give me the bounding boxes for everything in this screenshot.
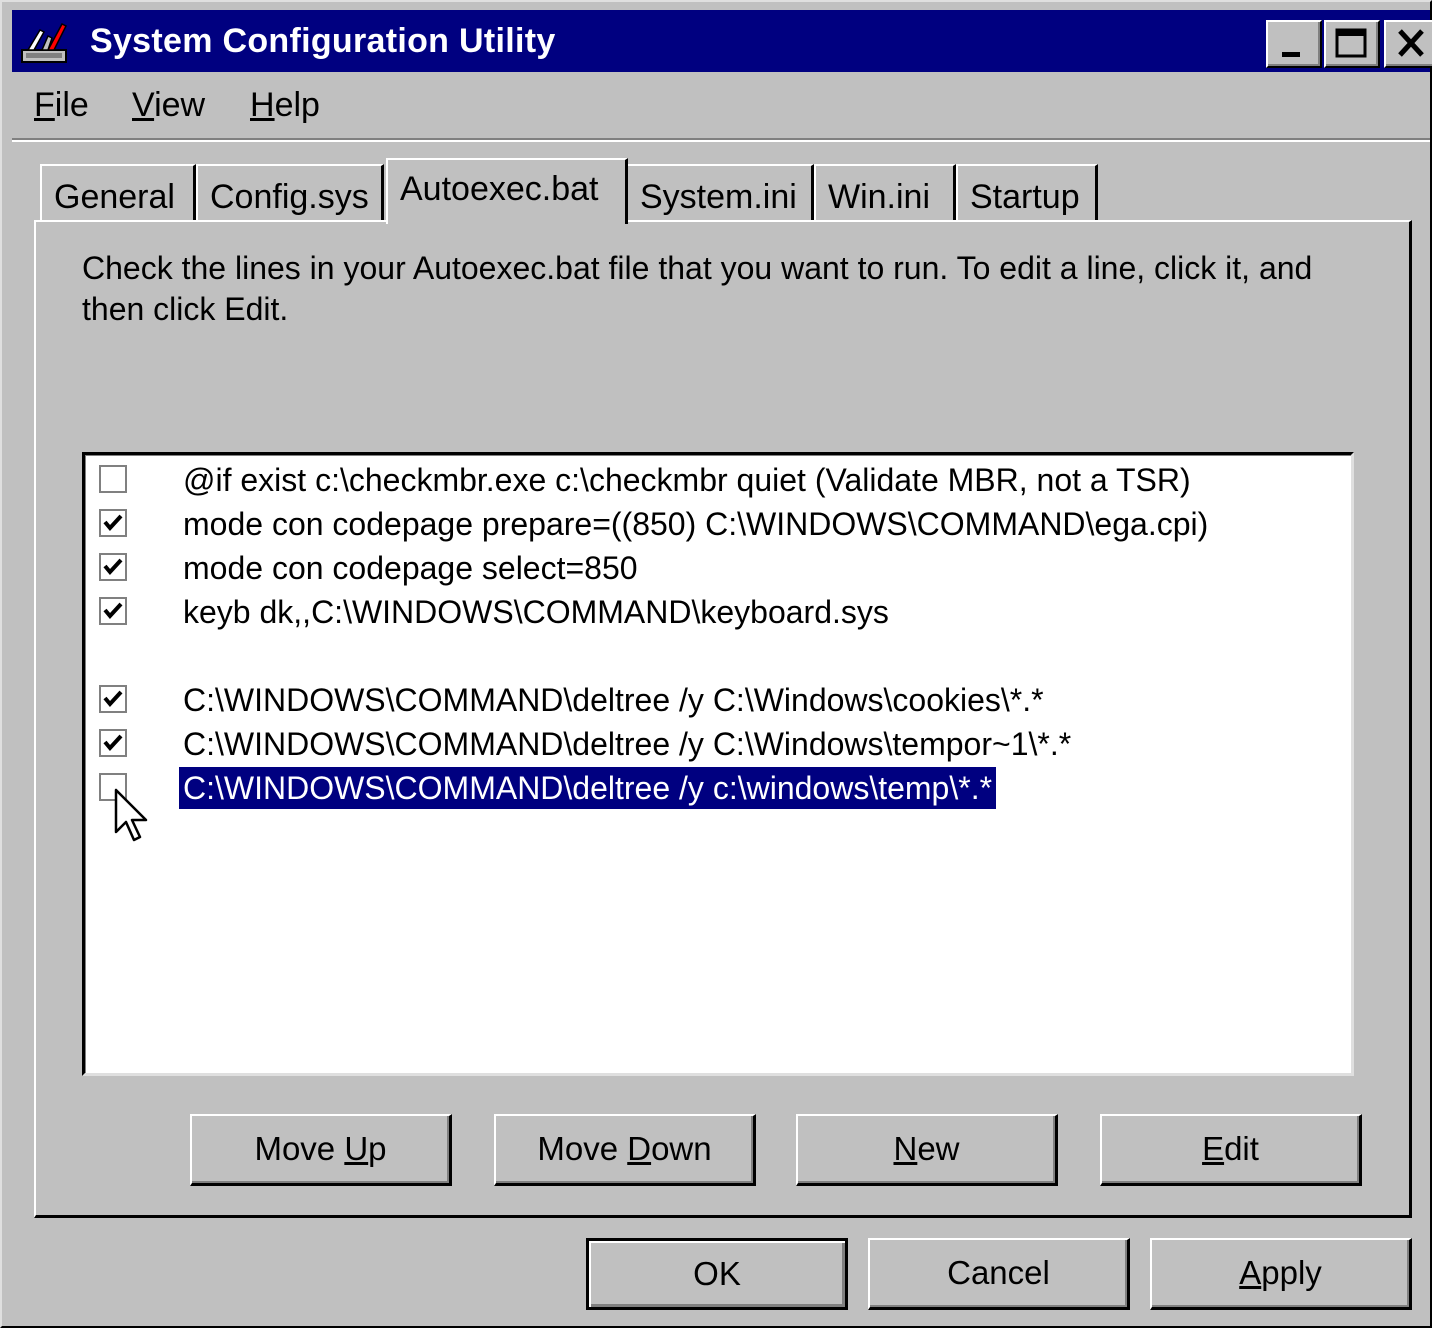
instructions-text: Check the lines in your Autoexec.bat fil… — [82, 250, 1313, 327]
checkmark-icon — [103, 514, 123, 532]
tab-general[interactable]: General — [40, 164, 196, 220]
line-text: C:\WINDOWS\COMMAND\deltree /y c:\windows… — [179, 767, 997, 809]
line-text — [179, 635, 187, 677]
list-item[interactable]: C:\WINDOWS\COMMAND\deltree /y C:\Windows… — [85, 723, 1345, 765]
maximize-icon — [1335, 28, 1367, 58]
list-item-blank[interactable] — [85, 635, 1345, 677]
line-text: C:\WINDOWS\COMMAND\deltree /y C:\Windows… — [183, 726, 1072, 762]
tab-config-sys[interactable]: Config.sys — [196, 164, 384, 220]
move-up-button[interactable]: Move Up — [190, 1114, 452, 1186]
tab-win-ini[interactable]: Win.ini — [814, 164, 956, 220]
menu-view[interactable]: View — [132, 86, 205, 125]
tab-win-ini-label: Win.ini — [828, 178, 931, 216]
mouse-pointer-icon — [114, 788, 148, 842]
ok-label: OK — [693, 1255, 741, 1292]
close-button[interactable] — [1384, 20, 1432, 68]
list-item[interactable]: C:\WINDOWS\COMMAND\deltree /y C:\Windows… — [85, 679, 1345, 721]
menu-help-mnemonic: H — [250, 86, 275, 124]
tab-general-label: General — [54, 178, 175, 216]
autoexec-tab-panel: Check the lines in your Autoexec.bat fil… — [34, 220, 1412, 1218]
line-checkbox[interactable] — [99, 685, 127, 713]
tab-system-ini[interactable]: System.ini — [626, 164, 814, 220]
tab-startup-label: Startup — [970, 178, 1080, 216]
new-label: New — [893, 1130, 960, 1167]
line-checkbox[interactable] — [99, 729, 127, 757]
edit-label: Edit — [1202, 1130, 1259, 1167]
apply-label: Apply — [1239, 1254, 1322, 1291]
menu-file-mnemonic: F — [34, 86, 55, 124]
maximize-button[interactable] — [1324, 20, 1380, 68]
move-up-label: Move Up — [254, 1130, 387, 1167]
autoexec-lines-list[interactable]: @if exist c:\checkmbr.exe c:\checkmbr qu… — [82, 452, 1354, 1076]
tab-config-sys-label: Config.sys — [210, 178, 369, 216]
tab-autoexec-bat-label: Autoexec.bat — [400, 170, 599, 208]
checkmark-icon — [103, 690, 123, 708]
list-item[interactable]: mode con codepage select=850 — [85, 547, 1345, 589]
checkmark-icon — [103, 734, 123, 752]
title-bar[interactable]: System Configuration Utility — [12, 10, 1432, 72]
menu-view-label: iew — [154, 86, 206, 124]
menu-help-label: elp — [274, 86, 320, 124]
line-text: mode con codepage select=850 — [183, 550, 638, 586]
move-down-button[interactable]: Move Down — [494, 1114, 756, 1186]
menu-help[interactable]: Help — [250, 86, 320, 125]
edit-button[interactable]: Edit — [1100, 1114, 1362, 1186]
checkmark-icon — [103, 558, 123, 576]
tab-autoexec-bat[interactable]: Autoexec.bat — [386, 158, 628, 224]
window-title: System Configuration Utility — [90, 22, 556, 60]
line-text: keyb dk,,C:\WINDOWS\COMMAND\keyboard.sys — [183, 594, 889, 630]
line-checkbox[interactable] — [99, 465, 127, 493]
system-configuration-window: System Configuration Utility File View H… — [0, 0, 1432, 1328]
line-text: mode con codepage prepare=((850) C:\WIND… — [183, 506, 1209, 542]
cancel-label: Cancel — [947, 1254, 1050, 1291]
checkmark-icon — [103, 602, 123, 620]
line-text: @if exist c:\checkmbr.exe c:\checkmbr qu… — [183, 462, 1191, 498]
tab-startup[interactable]: Startup — [956, 164, 1098, 220]
menu-file[interactable]: File — [34, 86, 89, 125]
minimize-button[interactable] — [1266, 20, 1322, 68]
menu-file-label: ile — [54, 86, 89, 124]
ok-button[interactable]: OK — [586, 1238, 848, 1310]
list-item-selected[interactable]: C:\WINDOWS\COMMAND\deltree /y c:\windows… — [85, 767, 1345, 809]
minimize-icon — [1282, 52, 1300, 57]
list-item[interactable]: keyb dk,,C:\WINDOWS\COMMAND\keyboard.sys — [85, 591, 1345, 633]
close-icon — [1398, 29, 1424, 57]
line-checkbox[interactable] — [99, 509, 127, 537]
line-checkbox[interactable] — [99, 553, 127, 581]
new-button[interactable]: New — [796, 1114, 1058, 1186]
menu-bar: File View Help — [12, 78, 1430, 134]
menu-separator — [12, 138, 1430, 142]
line-text: C:\WINDOWS\COMMAND\deltree /y C:\Windows… — [183, 682, 1044, 718]
menu-view-mnemonic: V — [132, 86, 155, 124]
line-checkbox[interactable] — [99, 597, 127, 625]
list-item[interactable]: mode con codepage prepare=((850) C:\WIND… — [85, 503, 1345, 545]
apply-button[interactable]: Apply — [1150, 1238, 1412, 1310]
cancel-button[interactable]: Cancel — [868, 1238, 1130, 1310]
system-config-app-icon — [21, 23, 68, 63]
tab-system-ini-label: System.ini — [640, 178, 797, 216]
list-item[interactable]: @if exist c:\checkmbr.exe c:\checkmbr qu… — [85, 459, 1345, 501]
move-down-label: Move Down — [537, 1130, 712, 1167]
tab-strip: General Config.sys Autoexec.bat System.i… — [2, 152, 1432, 224]
